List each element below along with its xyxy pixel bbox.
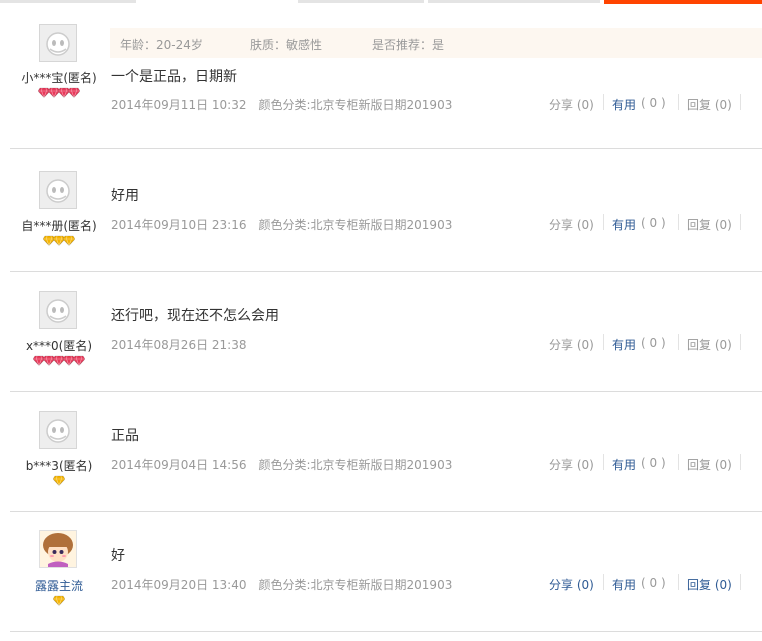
reply-button[interactable]: 回复 (0) [687,216,732,233]
red-diamond-icon [73,355,85,366]
share-button[interactable]: 分享 (0) [549,216,594,233]
divider [740,454,741,470]
review-date: 2014年09月20日 13:40 [111,578,247,592]
tag-age: 年龄：20-24岁 [120,38,203,52]
tab-strip [0,0,762,4]
reviewer-name[interactable]: x***0(匿名) [0,337,118,354]
useful-button[interactable]: 有用 [612,456,636,473]
review-meta: 2014年09月20日 13:40 颜色分类:北京专柜新版日期201903 [111,576,452,593]
review-date: 2014年09月04日 14:56 [111,458,247,472]
divider [740,214,741,230]
default-avatar-icon[interactable] [39,291,77,329]
review-sku: 颜色分类:北京专柜新版日期201903 [258,458,453,472]
useful-count: ( 0 ) [641,576,666,590]
divider [603,334,604,350]
review-meta: 2014年09月11日 10:32 颜色分类:北京专柜新版日期201903 [111,96,452,113]
useful-count: ( 0 ) [641,96,666,110]
reviewer-level-badges [0,87,118,98]
default-avatar-icon[interactable] [39,411,77,449]
divider [678,214,679,230]
divider [678,574,679,590]
review-sku: 颜色分类:北京专柜新版日期201903 [258,218,453,232]
tab-strip-segment [298,0,424,3]
useful-button[interactable]: 有用 [612,336,636,353]
active-tab-indicator [604,0,762,4]
review-content: 好 [111,548,125,564]
divider [603,574,604,590]
useful-count: ( 0 ) [641,336,666,350]
review-content: 还行吧，现在还不怎么会用 [111,308,279,324]
reviewer-name[interactable]: b***3(匿名) [0,457,118,474]
reviewer-level-badges [0,355,118,366]
share-button[interactable]: 分享 (0) [549,96,594,113]
divider [678,334,679,350]
review-meta: 2014年08月26日 21:38 [111,336,258,353]
divider [678,94,679,110]
review-date: 2014年09月10日 23:16 [111,218,247,232]
reviewer-level-badges [0,595,118,606]
divider [740,574,741,590]
reviewer-name[interactable]: 自***册(匿名) [0,217,118,234]
review-item: 露露主流 好 2014年09月20日 13:40 颜色分类:北京专柜新版日期201… [0,512,762,632]
review-item: x***0(匿名) 还行吧，现在还不怎么会用 2014年08月26日 21:38… [0,272,762,392]
review-meta: 2014年09月10日 23:16 颜色分类:北京专柜新版日期201903 [111,216,452,233]
reviewer-name[interactable]: 小***宝(匿名) [0,69,118,86]
yellow-diamond-icon [63,235,75,246]
divider [603,214,604,230]
yellow-diamond-icon [53,595,65,606]
default-avatar-icon[interactable] [39,171,77,209]
review-date: 2014年08月26日 21:38 [111,338,247,352]
divider [740,94,741,110]
useful-button[interactable]: 有用 [612,576,636,593]
review-content: 好用 [111,188,139,204]
divider [740,334,741,350]
useful-button[interactable]: 有用 [612,216,636,233]
user-avatar-icon[interactable] [39,530,77,568]
yellow-diamond-icon [53,475,65,486]
review-item: b***3(匿名) 正品 2014年09月04日 14:56 颜色分类:北京专柜新… [0,392,762,512]
default-avatar-icon[interactable] [39,24,77,62]
review-sku: 颜色分类:北京专柜新版日期201903 [258,98,453,112]
tag-skin: 肤质：敏感性 [250,38,323,52]
red-diamond-icon [68,87,80,98]
tab-strip-segment [428,0,600,3]
review-item: 自***册(匿名) 好用 2014年09月10日 23:16 颜色分类:北京专柜新… [0,152,762,272]
share-button[interactable]: 分享 (0) [549,336,594,353]
review-date: 2014年09月11日 10:32 [111,98,247,112]
reply-button[interactable]: 回复 (0) [687,96,732,113]
review-meta: 2014年09月04日 14:56 颜色分类:北京专柜新版日期201903 [111,456,452,473]
buyer-tags: 年龄：20-24岁 肤质：敏感性 是否推荐：是 [110,28,762,58]
divider [603,454,604,470]
useful-count: ( 0 ) [641,456,666,470]
reply-button[interactable]: 回复 (0) [687,336,732,353]
tag-recommend: 是否推荐：是 [372,38,445,52]
review-content: 一个是正品，日期新 [111,69,237,85]
review-sku: 颜色分类:北京专柜新版日期201903 [258,578,453,592]
review-content: 正品 [111,428,139,444]
share-button[interactable]: 分享 (0) [549,576,594,593]
reviewer-level-badges [0,235,118,246]
review-divider [10,148,762,149]
review-divider [10,631,762,632]
reply-button[interactable]: 回复 (0) [687,456,732,473]
share-button[interactable]: 分享 (0) [549,456,594,473]
reviewer-name[interactable]: 露露主流 [0,577,118,594]
useful-button[interactable]: 有用 [612,96,636,113]
divider [678,454,679,470]
useful-count: ( 0 ) [641,216,666,230]
tab-strip-segment [0,0,136,3]
reviewer-level-badges [0,475,118,486]
review-item: 年龄：20-24岁 肤质：敏感性 是否推荐：是 小***宝(匿名) 一个是正品，… [0,14,762,149]
reply-button[interactable]: 回复 (0) [687,576,732,593]
divider [603,94,604,110]
